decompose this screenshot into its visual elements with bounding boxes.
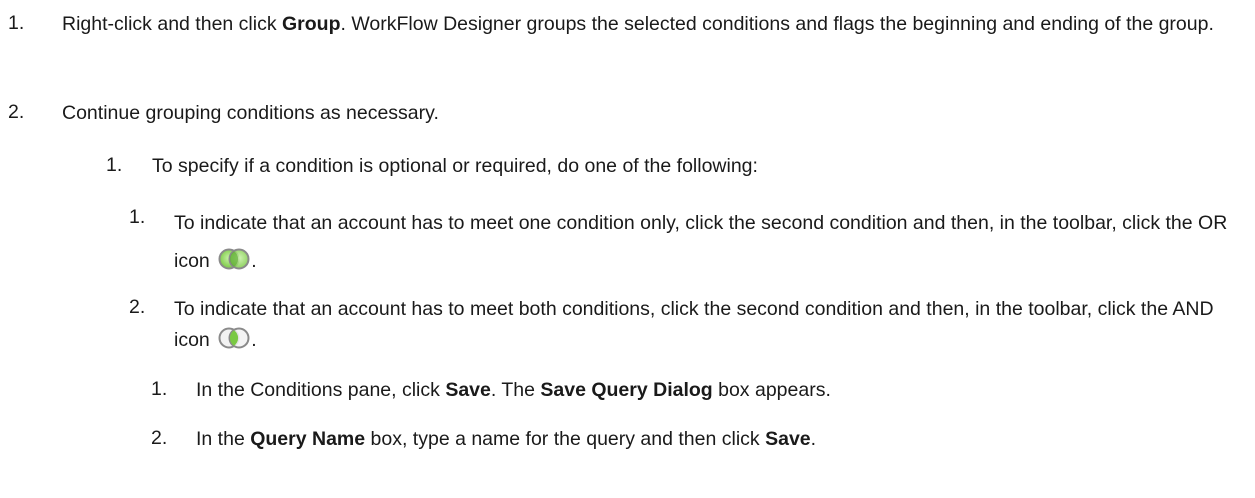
list-item-text: Continue grouping conditions as necessar…: [62, 102, 439, 124]
list-number: 1.: [8, 12, 25, 34]
list-item-text: To specify if a condition is optional or…: [152, 155, 758, 177]
bold-term-save: Save: [445, 379, 491, 401]
bold-term-group: Group: [282, 13, 341, 35]
list-number: 2.: [151, 427, 168, 449]
list-number: 1.: [106, 154, 123, 176]
bold-term-query-name: Query Name: [250, 428, 366, 450]
bold-term-save: Save: [765, 428, 811, 450]
document-page: { "list": { "step1": { "number": "1.", "…: [0, 0, 1255, 498]
list-number: 1.: [129, 206, 146, 228]
list-number: 2.: [8, 101, 25, 123]
list-item-text: Right-click and then click Group. WorkFl…: [62, 13, 1214, 35]
or-icon: [217, 245, 251, 270]
list-number: 1.: [151, 378, 168, 400]
list-item-text: To indicate that an account has to meet …: [174, 212, 1228, 272]
list-item-text: In the Query Name box, type a name for t…: [196, 428, 817, 450]
list-item-text: In the Conditions pane, click Save. The …: [196, 379, 831, 401]
list-item-text: To indicate that an account has to meet …: [174, 298, 1214, 351]
and-icon: [217, 327, 251, 349]
list-number: 2.: [129, 296, 146, 318]
bold-term-save-query-dialog: Save Query Dialog: [540, 379, 713, 401]
